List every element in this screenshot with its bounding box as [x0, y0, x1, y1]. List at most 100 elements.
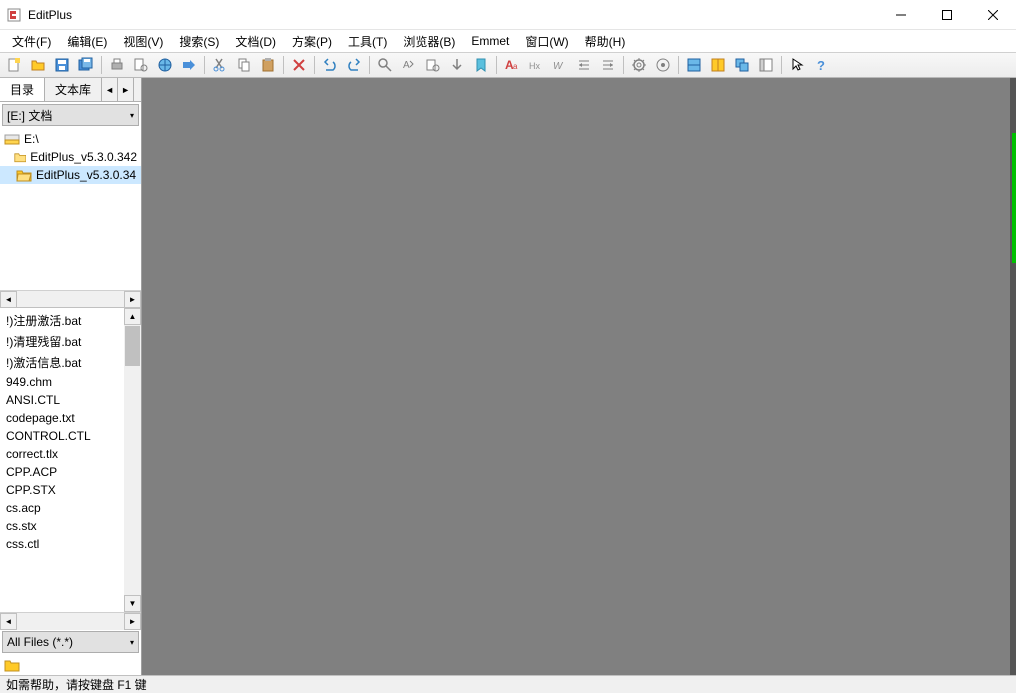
editor-minimap[interactable] — [1010, 78, 1016, 675]
menu-project[interactable]: 方案(P) — [284, 31, 340, 52]
window-controls — [878, 0, 1016, 30]
tree-item[interactable]: E:\ — [0, 130, 141, 148]
wordwrap-icon[interactable]: W — [549, 54, 571, 76]
menu-search[interactable]: 搜索(S) — [171, 31, 227, 52]
scroll-track[interactable] — [124, 367, 141, 595]
file-list: !)注册激活.bat !)清理残留.bat !)激活信息.bat 949.chm… — [0, 308, 141, 612]
menu-view[interactable]: 视图(V) — [115, 31, 171, 52]
tree-label: EditPlus_v5.3.0.342 — [30, 150, 137, 164]
print-preview-icon[interactable] — [130, 54, 152, 76]
menu-document[interactable]: 文档(D) — [227, 31, 284, 52]
font-icon[interactable]: Aa — [501, 54, 523, 76]
tab-nav-right[interactable]: ► — [118, 78, 134, 101]
open-file-icon[interactable] — [27, 54, 49, 76]
go-icon[interactable] — [178, 54, 200, 76]
menu-help[interactable]: 帮助(H) — [577, 31, 634, 52]
folder-icon[interactable] — [4, 658, 20, 672]
redo-icon[interactable] — [343, 54, 365, 76]
scroll-right-icon[interactable]: ► — [124, 613, 141, 630]
menu-file[interactable]: 文件(F) — [4, 31, 59, 52]
scroll-track[interactable] — [17, 291, 124, 308]
file-item[interactable]: 949.chm — [4, 373, 120, 391]
menu-window[interactable]: 窗口(W) — [517, 31, 576, 52]
window-title: EditPlus — [28, 8, 878, 22]
tab-cliptext[interactable]: 文本库 — [45, 78, 102, 101]
drive-selector[interactable]: [E:] 文档 ▾ — [2, 104, 139, 126]
file-item[interactable]: CONTROL.CTL — [4, 427, 120, 445]
menu-browser[interactable]: 浏览器(B) — [395, 31, 463, 52]
file-filter[interactable]: All Files (*.*) ▾ — [2, 631, 139, 653]
file-list-body[interactable]: !)注册激活.bat !)清理残留.bat !)激活信息.bat 949.chm… — [0, 308, 124, 612]
browser-icon[interactable] — [154, 54, 176, 76]
menu-edit[interactable]: 编辑(E) — [59, 31, 115, 52]
cascade-icon[interactable] — [731, 54, 753, 76]
tree-item[interactable]: EditPlus_v5.3.0.342 — [0, 148, 141, 166]
maximize-button[interactable] — [924, 0, 970, 30]
find-in-files-icon[interactable] — [422, 54, 444, 76]
file-item[interactable]: CPP.ACP — [4, 463, 120, 481]
folder-tree-body[interactable]: E:\ EditPlus_v5.3.0.342 EditPlus_v5.3.0.… — [0, 128, 141, 290]
goto-icon[interactable] — [446, 54, 468, 76]
file-item[interactable]: cs.stx — [4, 517, 120, 535]
delete-icon[interactable] — [288, 54, 310, 76]
file-item[interactable]: ANSI.CTL — [4, 391, 120, 409]
file-item[interactable]: CPP.STX — [4, 481, 120, 499]
minimize-button[interactable] — [878, 0, 924, 30]
file-item[interactable]: !)注册激活.bat — [4, 310, 120, 331]
cursor-icon[interactable] — [786, 54, 808, 76]
save-icon[interactable] — [51, 54, 73, 76]
indent-left-icon[interactable] — [573, 54, 595, 76]
scroll-thumb[interactable] — [125, 326, 140, 366]
new-file-icon[interactable] — [3, 54, 25, 76]
scroll-down-icon[interactable]: ▼ — [124, 595, 141, 612]
file-hscroll[interactable]: ◄ ► — [0, 612, 141, 629]
file-item[interactable]: correct.tlx — [4, 445, 120, 463]
close-button[interactable] — [970, 0, 1016, 30]
drive-icon — [4, 132, 20, 146]
scroll-left-icon[interactable]: ◄ — [0, 291, 17, 308]
help-icon[interactable]: ? — [810, 54, 832, 76]
dir-panel-icon[interactable] — [755, 54, 777, 76]
indent-right-icon[interactable] — [597, 54, 619, 76]
scroll-left-icon[interactable]: ◄ — [0, 613, 17, 630]
folder-open-icon — [16, 168, 32, 182]
settings-icon[interactable] — [628, 54, 650, 76]
svg-text:Hx: Hx — [529, 61, 540, 71]
tile-v-icon[interactable] — [707, 54, 729, 76]
file-item[interactable]: !)清理残留.bat — [4, 331, 120, 352]
menu-tools[interactable]: 工具(T) — [340, 31, 395, 52]
file-item[interactable]: !)激活信息.bat — [4, 352, 120, 373]
menu-emmet[interactable]: Emmet — [463, 32, 517, 50]
paste-icon[interactable] — [257, 54, 279, 76]
copy-icon[interactable] — [233, 54, 255, 76]
file-item[interactable]: css.ctl — [4, 535, 120, 553]
sidebar-tabs: 目录 文本库 ◄ ► — [0, 78, 141, 102]
tile-h-icon[interactable] — [683, 54, 705, 76]
undo-icon[interactable] — [319, 54, 341, 76]
print-icon[interactable] — [106, 54, 128, 76]
scroll-right-icon[interactable]: ► — [124, 291, 141, 308]
replace-icon[interactable]: A — [398, 54, 420, 76]
file-item[interactable]: cs.acp — [4, 499, 120, 517]
scroll-up-icon[interactable]: ▲ — [124, 308, 141, 325]
status-text: 如需帮助，请按键盘 F1 键 — [6, 676, 147, 693]
svg-text:a: a — [513, 62, 518, 71]
save-all-icon[interactable] — [75, 54, 97, 76]
tab-directory[interactable]: 目录 — [0, 78, 45, 101]
find-icon[interactable] — [374, 54, 396, 76]
hex-icon[interactable]: Hx — [525, 54, 547, 76]
menu-bar: 文件(F) 编辑(E) 视图(V) 搜索(S) 文档(D) 方案(P) 工具(T… — [0, 30, 1016, 52]
svg-text:W: W — [553, 61, 564, 72]
main-area: 目录 文本库 ◄ ► [E:] 文档 ▾ E:\ EditPlus_v5.3.0… — [0, 78, 1016, 675]
file-item[interactable]: codepage.txt — [4, 409, 120, 427]
bookmark-icon[interactable] — [470, 54, 492, 76]
tree-hscroll[interactable]: ◄ ► — [0, 290, 141, 307]
scroll-track[interactable] — [17, 613, 124, 630]
cut-icon[interactable] — [209, 54, 231, 76]
tab-nav-left[interactable]: ◄ — [102, 78, 118, 101]
file-vscroll[interactable]: ▲ ▼ — [124, 308, 141, 612]
editor-area[interactable] — [142, 78, 1016, 675]
tree-item[interactable]: EditPlus_v5.3.0.34 — [0, 166, 141, 184]
app-icon — [6, 7, 22, 23]
preferences-icon[interactable] — [652, 54, 674, 76]
